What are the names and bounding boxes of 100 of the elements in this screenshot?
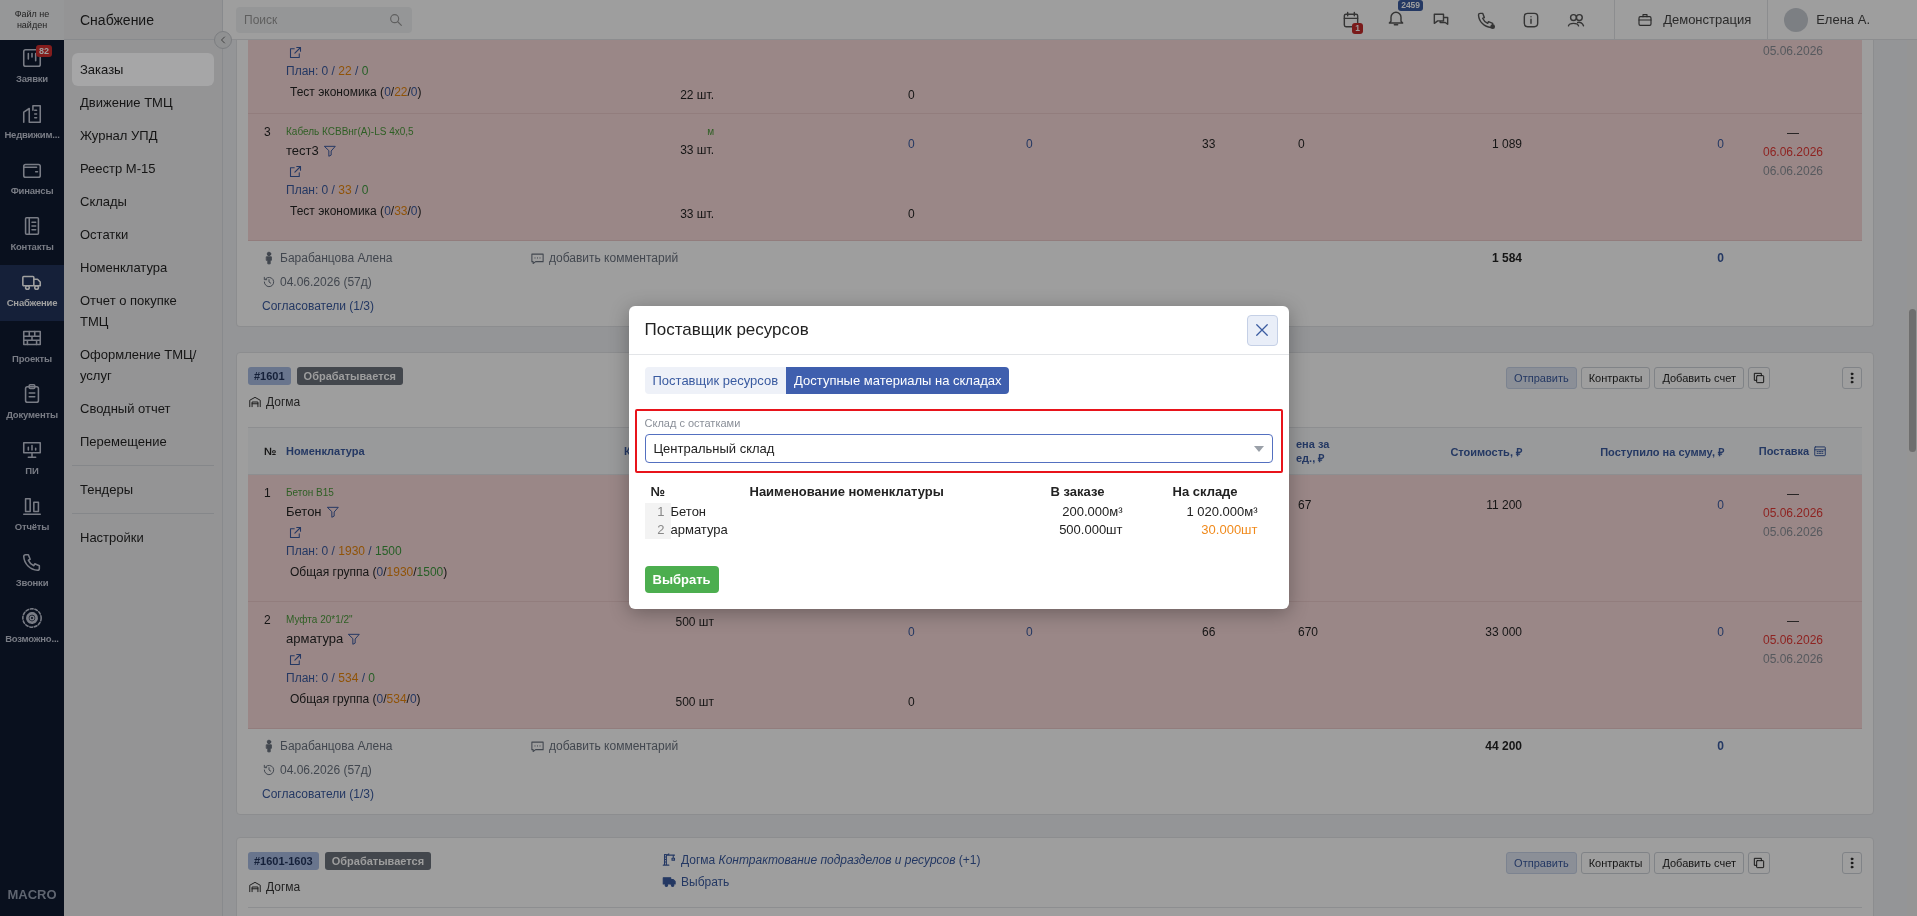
rail-item[interactable]: Недвижим...: [0, 97, 64, 153]
toolbar-button[interactable]: 1: [1339, 7, 1366, 36]
unit-price: 670: [1298, 624, 1320, 640]
column-header: ена за ед., ₽: [1295, 437, 1331, 465]
choose-button[interactable]: Выбрать: [644, 566, 719, 593]
warehouse-select[interactable]: Центральный склад: [644, 434, 1273, 463]
amount: 0: [908, 87, 916, 103]
action-button[interactable]: Добавить счет: [1654, 852, 1744, 874]
caret-icon: [1253, 445, 1264, 452]
external-link-icon: [288, 525, 303, 540]
action-button[interactable]: Добавить счет: [1654, 367, 1744, 389]
add-comment-link[interactable]: добавить комментарий: [549, 734, 679, 758]
copy-button[interactable]: [1748, 852, 1770, 874]
sidebar-item[interactable]: Настройки: [72, 521, 214, 554]
rail-item[interactable]: 82 Заявки: [0, 41, 64, 97]
rail-item[interactable]: Документы: [0, 377, 64, 433]
amount-link[interactable]: 0: [1026, 624, 1202, 640]
row-number: 1: [264, 485, 272, 501]
sidebar-item[interactable]: Заказы: [72, 53, 214, 86]
add-comment-link[interactable]: добавить комментарий: [549, 246, 679, 270]
column-header: На складе: [1171, 483, 1239, 501]
rail-item[interactable]: ПИ: [0, 433, 64, 489]
close-button[interactable]: [1246, 314, 1278, 346]
approvers-link[interactable]: Согласователи (1/3): [262, 294, 530, 318]
sidebar-item[interactable]: Отчет о покупке ТМЦ: [72, 284, 214, 338]
action-button[interactable]: Контракты: [1580, 367, 1651, 389]
copy-button[interactable]: [1748, 367, 1770, 389]
delivery-date: 05.06.2026: [1762, 651, 1824, 668]
warehouse-icon: [248, 395, 262, 409]
sidebar-item[interactable]: Тендеры: [72, 473, 214, 506]
rail-item[interactable]: Звонки: [0, 545, 64, 601]
item-name: арматура: [286, 630, 344, 648]
total-received: 0: [1716, 738, 1724, 755]
row-number: 2: [264, 612, 272, 628]
select-delivery-link[interactable]: Выбрать: [681, 874, 730, 889]
project-link[interactable]: Догма Контрактование подразделов и ресурсов (+1): [681, 852, 981, 867]
rail-item[interactable]: Проекты: [0, 321, 64, 377]
sidebar-item[interactable]: Номенклатура: [72, 251, 214, 284]
amount-link[interactable]: 0: [908, 136, 1026, 152]
warehouse-name: Догма: [266, 880, 301, 894]
approvers-link[interactable]: Согласователи (1/3): [262, 782, 530, 806]
sidebar-item[interactable]: Реестр М-15: [72, 152, 214, 185]
company-button[interactable]: Демонстрация: [1615, 11, 1768, 28]
tab[interactable]: Поставщик ресурсов: [644, 367, 787, 394]
search-field[interactable]: Поиск: [236, 6, 412, 33]
column-header: Поставка: [1758, 445, 1810, 457]
cost: 11 200: [1486, 497, 1522, 513]
unit-price: 0: [1298, 136, 1306, 152]
item-name: тест3: [286, 142, 319, 160]
amount-link[interactable]: 0: [908, 624, 1026, 640]
item-code: Муфта 20*1/2": [286, 613, 354, 627]
count-badge: 82: [36, 45, 52, 57]
history-icon: [262, 763, 276, 777]
sidebar-item[interactable]: Остатки: [72, 218, 214, 251]
total-cost: 1 584: [1490, 250, 1522, 267]
column-header: Поступило на сумму, ₽: [1599, 444, 1724, 459]
order-number-badge[interactable]: #1601: [248, 367, 291, 385]
rail-item[interactable]: Финансы: [0, 153, 64, 209]
history-icon: [262, 275, 276, 289]
column-header: №: [649, 483, 666, 501]
sidebar-item[interactable]: Журнал УПД: [72, 119, 214, 152]
amount: 0: [908, 694, 916, 710]
quantity: 500 шт: [675, 614, 714, 631]
received-amount-link[interactable]: 0: [1717, 624, 1724, 640]
rail-item[interactable]: Контакты: [0, 209, 64, 265]
user-menu[interactable]: Елена А.: [1768, 7, 1917, 32]
rail-item[interactable]: Снабжение: [0, 265, 64, 321]
received-amount-link[interactable]: 0: [1717, 136, 1724, 152]
sidebar-item[interactable]: Перемещение: [72, 425, 214, 458]
item-code: Бетон В15: [286, 486, 335, 500]
action-button[interactable]: Отправить: [1506, 852, 1577, 874]
status-badge: Обрабатывается: [324, 852, 432, 870]
group-line: Тест экономика (0/33/0): [289, 203, 423, 220]
more-button[interactable]: [1842, 852, 1862, 874]
order-number-badge[interactable]: #1601-1603: [248, 852, 319, 870]
quantity: 33 шт.: [680, 142, 714, 159]
sidebar-item[interactable]: Оформление ТМЦ/ услуг: [72, 338, 214, 392]
rail-item[interactable]: Возможно...: [0, 601, 64, 657]
column-header: Наименование номенклатуры: [748, 483, 945, 501]
tab[interactable]: Доступные материалы на складах: [786, 367, 1010, 394]
sidebar-item[interactable]: Сводный отчет: [72, 392, 214, 425]
item-name: Бетон: [670, 503, 708, 521]
toolbar-button[interactable]: 2459: [1384, 0, 1425, 32]
received-amount-link[interactable]: 0: [1717, 497, 1724, 513]
copy-icon: [1752, 856, 1766, 870]
row-number: 3: [264, 124, 272, 140]
rail-item[interactable]: Отчёты: [0, 489, 64, 545]
sidebar-item[interactable]: Движение ТМЦ: [72, 86, 214, 119]
amount-link[interactable]: 0: [1026, 136, 1202, 152]
stock-quantity: 1 020.000м³: [1185, 503, 1258, 521]
group-line: Общая группа (0/534/0): [289, 691, 422, 708]
more-button[interactable]: [1842, 367, 1862, 389]
crane-icon: [662, 852, 677, 867]
item-name: арматура: [670, 521, 729, 539]
action-button[interactable]: Отправить: [1506, 367, 1577, 389]
quantity: 33 шт.: [680, 206, 714, 222]
empty-date-dash: —: [1787, 613, 1799, 630]
amount: 33: [1202, 136, 1217, 152]
sidebar-item[interactable]: Склады: [72, 185, 214, 218]
action-button[interactable]: Контракты: [1580, 852, 1651, 874]
